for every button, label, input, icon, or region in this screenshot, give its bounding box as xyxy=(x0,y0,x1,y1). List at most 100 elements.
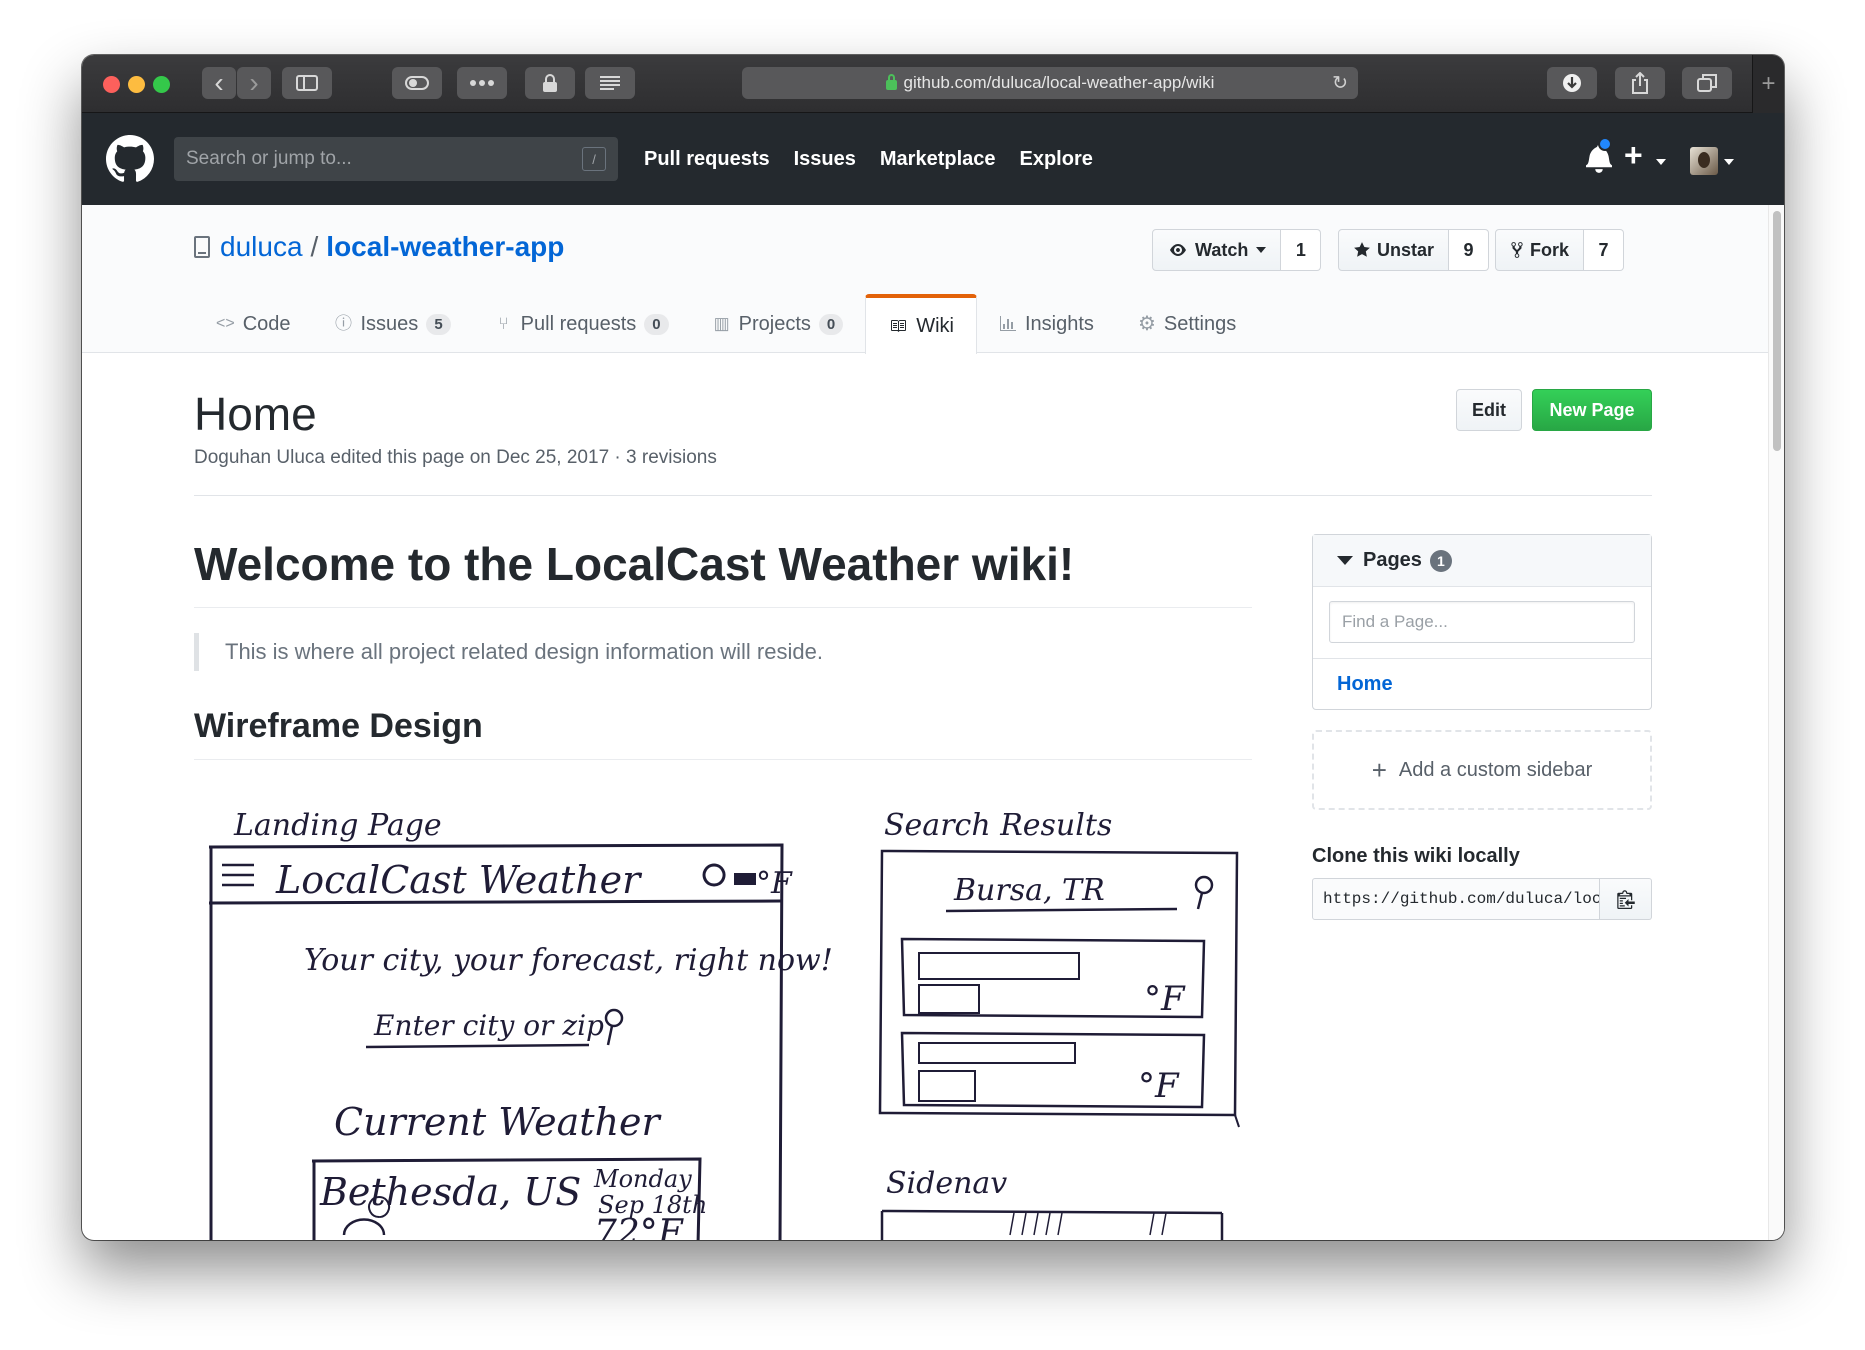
tab-projects[interactable]: ▥ Projects 0 xyxy=(691,295,866,353)
page-scrollbar[interactable] xyxy=(1768,205,1784,1240)
watch-group: Watch 1 xyxy=(1152,229,1322,271)
sketch-tagline: Your city, your forecast, right now! xyxy=(304,943,833,978)
lock-icon xyxy=(543,74,557,92)
nav-marketplace[interactable]: Marketplace xyxy=(880,148,996,171)
reload-icon[interactable]: ↻ xyxy=(1332,72,1348,95)
tab-insights-label: Insights xyxy=(1024,312,1094,335)
blockquote: This is where all project related design… xyxy=(194,633,823,671)
nav-pull-requests[interactable]: Pull requests xyxy=(644,148,770,171)
watch-label: Watch xyxy=(1195,239,1249,260)
sketch-result-unit-2: °F xyxy=(1138,1066,1180,1106)
sketch-current-weather: Current Weather xyxy=(334,1100,663,1144)
tab-issues[interactable]: ⓘ Issues 5 xyxy=(313,295,473,353)
github-search-input[interactable]: Search or jump to... / xyxy=(174,137,618,181)
search-placeholder: Search or jump to... xyxy=(186,148,352,169)
issue-icon: ⓘ xyxy=(335,314,352,333)
star-count[interactable]: 9 xyxy=(1449,229,1490,271)
sketch-result-unit-1: °F xyxy=(1144,979,1186,1019)
fork-button[interactable]: Fork xyxy=(1495,229,1585,271)
pages-panel: Pages 1 Home xyxy=(1312,534,1652,710)
project-icon: ▥ xyxy=(713,314,730,333)
clone-url-group xyxy=(1312,878,1652,920)
wireframe-sketch: Landing Page LocalCast Weather °F Your c… xyxy=(194,785,1252,1240)
chevron-left-icon: ‹ xyxy=(214,67,224,98)
create-caret-icon xyxy=(1656,159,1666,165)
new-tab-button[interactable]: + xyxy=(1752,55,1784,113)
minimize-window-button[interactable] xyxy=(128,76,145,93)
page-link-home[interactable]: Home xyxy=(1313,659,1651,709)
address-bar[interactable]: github.com/duluca/local-weather-app/wiki… xyxy=(742,67,1358,99)
watch-button[interactable]: Watch xyxy=(1152,229,1282,271)
find-page-input[interactable] xyxy=(1329,601,1635,643)
issues-counter: 5 xyxy=(426,313,451,335)
page-title: Home xyxy=(194,388,317,440)
sketch-city: Bethesda, US xyxy=(319,1170,581,1214)
create-new-icon[interactable]: + xyxy=(1624,137,1643,174)
nav-explore[interactable]: Explore xyxy=(1020,148,1093,171)
plus-icon: + xyxy=(1761,70,1776,97)
github-header: Search or jump to... / Pull requests Iss… xyxy=(82,113,1784,205)
unread-indicator xyxy=(1598,137,1612,151)
code-icon: <> xyxy=(216,315,235,332)
book-icon xyxy=(891,320,907,332)
password-button[interactable] xyxy=(525,67,575,99)
find-page-wrapper xyxy=(1313,587,1651,659)
user-avatar[interactable] xyxy=(1690,147,1718,175)
close-window-button[interactable] xyxy=(103,76,120,93)
sketch-search-hint: Enter city or zip xyxy=(373,1009,604,1042)
forward-button[interactable]: › xyxy=(237,67,271,99)
unstar-button[interactable]: Unstar xyxy=(1338,229,1450,271)
star-icon xyxy=(1354,242,1370,257)
tab-code[interactable]: <> Code xyxy=(194,295,313,353)
nav-issues[interactable]: Issues xyxy=(794,148,856,171)
unstar-label: Unstar xyxy=(1377,239,1435,260)
repo-title: duluca / local-weather-app xyxy=(194,231,564,263)
star-group: Unstar 9 xyxy=(1338,229,1490,271)
pages-toggle[interactable]: Pages 1 xyxy=(1313,535,1651,587)
extension-toggle-button[interactable] xyxy=(392,67,442,99)
tab-wiki[interactable]: Wiki xyxy=(865,294,977,354)
zoom-window-button[interactable] xyxy=(153,76,170,93)
wireframe-heading: Wireframe Design xyxy=(194,707,483,745)
tabs-icon xyxy=(1697,74,1717,92)
chevron-right-icon: › xyxy=(249,67,259,98)
tab-settings-label: Settings xyxy=(1163,312,1237,335)
edit-button[interactable]: Edit xyxy=(1456,389,1522,431)
tabs-overview-button[interactable] xyxy=(1682,67,1732,99)
blockquote-text: This is where all project related design… xyxy=(225,639,823,664)
share-icon xyxy=(1632,72,1648,94)
back-button[interactable]: ‹ xyxy=(202,67,236,99)
github-nav: Pull requests Issues Marketplace Explore xyxy=(644,113,1093,205)
tab-settings[interactable]: ⚙ Settings xyxy=(1116,295,1258,353)
wireframe-image: Landing Page LocalCast Weather °F Your c… xyxy=(194,785,1252,1240)
downloads-button[interactable] xyxy=(1547,67,1597,99)
graph-icon xyxy=(999,316,1016,331)
clone-url-input[interactable] xyxy=(1312,878,1600,920)
tab-projects-label: Projects xyxy=(738,312,811,335)
repo-name-link[interactable]: local-weather-app xyxy=(326,231,564,263)
new-page-button[interactable]: New Page xyxy=(1532,389,1652,431)
reader-button[interactable] xyxy=(585,67,635,99)
sidebar-toggle-button[interactable] xyxy=(282,67,332,99)
watch-count[interactable]: 1 xyxy=(1281,229,1322,271)
add-custom-sidebar-button[interactable]: + Add a custom sidebar xyxy=(1312,730,1652,810)
scrollbar-thumb[interactable] xyxy=(1773,211,1781,451)
sketch-landing-title: Landing Page xyxy=(233,808,442,843)
tab-issues-label: Issues xyxy=(360,312,419,335)
tab-pull-requests[interactable]: ⑂ Pull requests 0 xyxy=(473,295,691,353)
sketch-search-results-title: Search Results xyxy=(884,808,1112,843)
share-button[interactable] xyxy=(1615,67,1665,99)
repo-owner-link[interactable]: duluca xyxy=(220,231,303,263)
tab-code-label: Code xyxy=(242,312,291,335)
dots-icon xyxy=(470,80,494,86)
extension-dots-button[interactable] xyxy=(457,67,507,99)
copy-clone-url-button[interactable] xyxy=(1600,878,1652,920)
gear-icon: ⚙ xyxy=(1137,313,1156,335)
tab-insights[interactable]: Insights xyxy=(977,295,1116,353)
fork-count[interactable]: 7 xyxy=(1584,229,1625,271)
header-divider xyxy=(194,495,1652,496)
custom-sidebar-label: Add a custom sidebar xyxy=(1398,758,1593,781)
tab-pull-requests-label: Pull requests xyxy=(520,312,637,335)
github-logo-icon[interactable] xyxy=(106,135,154,183)
repo-separator: / xyxy=(310,231,319,262)
